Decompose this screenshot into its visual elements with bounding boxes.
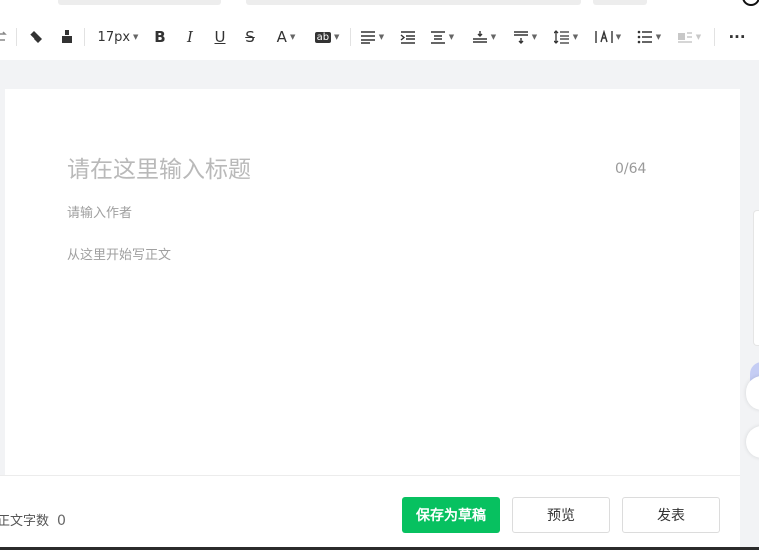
editor-card: 0/64 从这里开始写正文: [5, 89, 740, 489]
more-button[interactable]: ···: [726, 14, 748, 60]
top-tab[interactable]: [593, 0, 647, 5]
indent-icon: [400, 31, 415, 44]
spacing-after-icon: [513, 31, 528, 44]
italic-icon: I: [187, 28, 193, 46]
font-color-button[interactable]: A ▼: [272, 14, 300, 60]
letter-spacing-button[interactable]: ▼: [593, 14, 623, 60]
chevron-down-icon: ▼: [289, 33, 296, 41]
chevron-down-icon: ▼: [615, 33, 622, 41]
side-float-button[interactable]: [746, 376, 759, 410]
toolbar-divider: [16, 28, 17, 46]
avatar[interactable]: [742, 0, 759, 6]
preview-button[interactable]: 预览: [512, 497, 610, 533]
more-icon: ···: [728, 28, 746, 46]
title-input[interactable]: [67, 155, 537, 185]
highlight-icon: ab: [314, 31, 332, 43]
side-panel[interactable]: [753, 210, 759, 346]
editor-toolbar: 17px ▼ B I U S A ▼ ab ▼ ▼ ▼ ▼ ▼ ▼ ▼ ▼ ▼ …: [0, 14, 759, 60]
line-height-button[interactable]: ▼: [552, 14, 580, 60]
chevron-down-icon: ▼: [531, 33, 538, 41]
spacing-before-button[interactable]: ▼: [470, 14, 498, 60]
word-count-value: 0: [57, 513, 66, 529]
paragraph-align-button[interactable]: ▼: [428, 14, 456, 60]
underline-icon: U: [214, 28, 226, 46]
align-button[interactable]: ▼: [358, 14, 386, 60]
float-icon: [677, 32, 692, 43]
chevron-down-icon: ▼: [490, 33, 497, 41]
chevron-down-icon: ▼: [695, 33, 702, 41]
body-placeholder: 从这里开始写正文: [67, 248, 172, 263]
top-tab[interactable]: [58, 0, 221, 5]
background-color-button[interactable]: ab ▼: [312, 14, 342, 60]
letter-spacing-icon: [595, 30, 613, 43]
word-count-label: 正文字数: [0, 514, 50, 529]
toolbar-divider: [714, 28, 715, 46]
format-painter-icon[interactable]: [57, 14, 77, 60]
word-count: 正文字数 0: [0, 510, 66, 529]
align-left-icon: [360, 31, 375, 44]
chevron-down-icon: ▼: [572, 33, 579, 41]
eraser-icon[interactable]: [26, 14, 46, 60]
toolbar-divider: [84, 28, 85, 46]
bold-button[interactable]: B: [150, 14, 170, 60]
font-size-value: 17px: [97, 29, 131, 45]
bold-icon: B: [154, 28, 166, 46]
footer-bar: 正文字数 0 保存为草稿 预览 发表: [0, 475, 740, 547]
spacing-before-icon: [472, 31, 487, 43]
font-color-icon: A: [276, 28, 287, 46]
italic-button[interactable]: I: [180, 14, 200, 60]
top-strip: [0, 0, 759, 14]
chevron-down-icon: ▼: [448, 33, 455, 41]
publish-button[interactable]: 发表: [622, 497, 720, 533]
spacing-after-button[interactable]: ▼: [511, 14, 539, 60]
line-height-icon: [553, 30, 569, 44]
indent-button[interactable]: [398, 14, 418, 60]
list-button[interactable]: ▼: [635, 14, 663, 60]
font-size-select[interactable]: 17px ▼: [94, 14, 142, 60]
toolbar-divider: [350, 28, 351, 46]
list-icon: [637, 30, 652, 44]
underline-button[interactable]: U: [210, 14, 230, 60]
save-draft-button[interactable]: 保存为草稿: [402, 497, 500, 533]
chevron-down-icon: ▼: [655, 33, 662, 41]
align-center-icon: [430, 31, 445, 44]
chevron-down-icon: ▼: [334, 33, 340, 41]
body-editor[interactable]: 从这里开始写正文: [67, 244, 667, 444]
chevron-down-icon: ▼: [133, 33, 139, 41]
title-counter: 0/64: [615, 161, 647, 177]
author-input[interactable]: [67, 203, 367, 223]
strikethrough-button[interactable]: S: [240, 14, 260, 60]
strikethrough-icon: S: [245, 28, 255, 46]
float-button[interactable]: ▼: [675, 14, 703, 60]
side-float-button[interactable]: [746, 426, 759, 458]
undo-icon[interactable]: [0, 14, 10, 60]
chevron-down-icon: ▼: [378, 33, 385, 41]
top-tab[interactable]: [246, 0, 581, 5]
